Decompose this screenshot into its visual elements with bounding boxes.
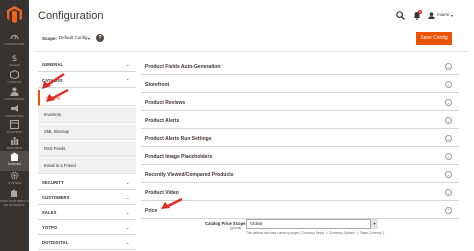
section-recently-viewed-compared-products[interactable]: Recently Viewed/Compared Products ⌄	[141, 166, 459, 183]
expand-icon: ⌄	[445, 153, 452, 160]
chevron-down-icon: ⌄	[126, 195, 130, 200]
section-product-alerts-run-settings[interactable]: Product Alerts Run Settings ⌄	[141, 130, 459, 147]
tab-group-dotdigital[interactable]: DOTDIGITAL ⌄	[38, 236, 136, 250]
expand-icon: ⌄	[445, 81, 452, 88]
tab-group-label: GENERAL	[42, 62, 64, 67]
tab-label: RSS Feeds	[44, 146, 66, 151]
select-value: Global	[250, 221, 263, 226]
expand-icon: ⌄	[445, 117, 452, 124]
nav-item-dashboard[interactable]: DASHBOARD	[0, 31, 29, 51]
nav-item-label: MARKETING	[5, 114, 24, 118]
section-product-reviews[interactable]: Product Reviews ⌄	[141, 94, 459, 111]
user-caret-icon[interactable]: ▾	[451, 13, 453, 18]
section-title: Product Alerts Run Settings	[145, 136, 212, 142]
nav-item-label: SYSTEM	[8, 181, 21, 185]
tab-group-sales[interactable]: SALES ⌄	[38, 206, 136, 220]
tab-email-to-a-friend[interactable]: Email to a Friend	[38, 158, 136, 174]
nav-item-label: SALES	[9, 63, 20, 67]
section-title: Product Reviews	[145, 100, 186, 106]
chevron-down-icon: ⌄	[126, 225, 130, 230]
section-title: Product Alerts	[145, 118, 180, 124]
scope-label: Scope:	[42, 36, 58, 41]
bar-chart-icon	[11, 137, 19, 145]
tab-label: Email to a Friend	[44, 163, 76, 168]
section-product-video[interactable]: Product Video ⌄	[141, 184, 459, 201]
section-title: Product Fields Auto-Generation	[145, 64, 221, 70]
section-storefront[interactable]: Storefront ⌄	[141, 76, 459, 93]
nav-item-system[interactable]: SYSTEM	[0, 170, 29, 190]
notification-badge: 3	[418, 10, 422, 14]
tab-xml-sitemap[interactable]: XML Sitemap	[38, 124, 136, 140]
tab-group-yotpo[interactable]: YOTPO ⌄	[38, 221, 136, 235]
expand-icon: ⌄	[445, 135, 452, 142]
dollar-icon: $	[12, 54, 18, 62]
tab-label: XML Sitemap	[44, 129, 69, 134]
nav-item-stores[interactable]: STORES	[0, 151, 29, 171]
nav-item-label: CONTENT	[6, 130, 23, 134]
expand-icon: ⌄	[445, 63, 452, 70]
search-icon[interactable]	[396, 11, 405, 20]
expand-icon: ⌄	[445, 99, 452, 106]
tab-group-label: CUSTOMERS	[42, 195, 70, 200]
tab-label: Inventory	[44, 112, 62, 117]
tab-rss-feeds[interactable]: RSS Feeds	[38, 141, 136, 157]
tab-group-label: DOTDIGITAL	[42, 240, 69, 245]
expand-icon: ⌄	[445, 189, 452, 196]
tab-group-general[interactable]: GENERAL ⌄	[38, 58, 136, 72]
nav-item-label: FIND PARTNERS & EXTENSIONS	[0, 199, 29, 207]
cube-icon	[10, 70, 19, 79]
svg-text:$: $	[12, 54, 18, 62]
magento-logo[interactable]	[7, 6, 22, 23]
section-title: Product Video	[145, 190, 179, 196]
scope-switcher[interactable]: Default Config	[59, 35, 88, 40]
section-title: Price	[145, 208, 158, 214]
section-title: Product Image Placeholders	[145, 154, 213, 160]
section-title: Storefront	[145, 82, 170, 88]
gear-icon	[10, 171, 19, 180]
save-config-button[interactable]: Save Config	[416, 32, 452, 45]
scope-hint: [global]	[230, 226, 242, 230]
nav-item-label: STORES	[8, 162, 21, 166]
puzzle-icon	[11, 189, 17, 197]
nav-item-label: CUSTOMERS	[4, 97, 25, 101]
section-product-alerts[interactable]: Product Alerts ⌄	[141, 112, 459, 129]
field-note: This defines the base currency scope ("C…	[246, 231, 385, 235]
chevron-up-icon: ⌃	[126, 78, 130, 83]
nav-item-label: REPORTS	[6, 146, 23, 150]
layout-icon	[10, 120, 19, 129]
tab-group-security[interactable]: SECURITY ⌄	[38, 176, 136, 190]
megaphone-icon	[11, 105, 18, 112]
header-divider	[34, 51, 468, 52]
collapse-icon: ⌃	[445, 207, 452, 214]
section-product-fields-auto-generation[interactable]: Product Fields Auto-Generation ⌄	[141, 58, 459, 75]
store-icon	[10, 152, 19, 161]
tab-group-customers[interactable]: CUSTOMERS ⌄	[38, 191, 136, 205]
chevron-down-icon: ⌄	[126, 240, 130, 245]
page-title: Configuration	[38, 10, 104, 22]
annotation-arrow	[46, 88, 69, 102]
annotation-arrow	[161, 197, 183, 209]
tab-group-label: YOTPO	[42, 225, 58, 230]
section-price[interactable]: Price ⌃	[141, 202, 459, 219]
user-icon[interactable]	[428, 12, 435, 19]
nav-item-label: CATALOG	[7, 80, 22, 84]
section-title: Recently Viewed/Compared Products	[145, 172, 234, 178]
nav-item-label: DASHBOARD	[4, 42, 25, 46]
tab-group-label: SALES	[42, 210, 57, 215]
person-icon	[10, 87, 19, 96]
chevron-down-icon: ⌄	[126, 62, 130, 67]
tab-inventory[interactable]: Inventory	[38, 107, 136, 123]
chevron-down-icon[interactable]: ▾	[370, 219, 378, 229]
section-product-image-placeholders[interactable]: Product Image Placeholders ⌄	[141, 148, 459, 165]
chevron-down-icon: ⌄	[126, 210, 130, 215]
user-name[interactable]: miumi	[437, 12, 449, 17]
chevron-down-icon: ⌄	[126, 180, 130, 185]
expand-icon: ⌄	[445, 171, 452, 178]
nav-item-find-partners-extensions[interactable]: FIND PARTNERS & EXTENSIONS	[0, 188, 29, 212]
help-icon[interactable]: ?	[96, 34, 104, 42]
scope-caret-icon[interactable]: ▾	[88, 36, 90, 41]
catalog-price-scope-select[interactable]	[246, 219, 378, 229]
tab-group-label: SECURITY	[42, 180, 64, 185]
dashboard-icon	[10, 34, 19, 40]
